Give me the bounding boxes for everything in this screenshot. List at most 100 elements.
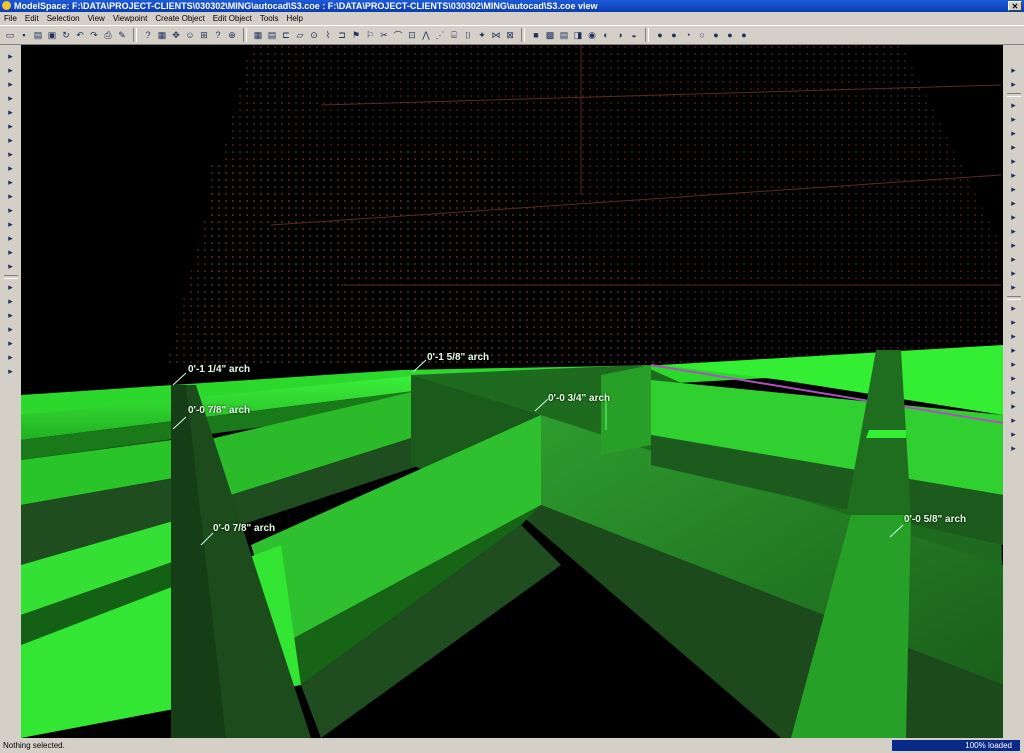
snap9-icon[interactable]: ▸ — [1008, 184, 1020, 195]
bend-icon[interactable]: ⌒ — [392, 29, 404, 41]
menu-help[interactable]: Help — [283, 14, 307, 23]
grid-icon[interactable]: ▦ — [252, 29, 264, 41]
snap11-icon[interactable]: ▸ — [1008, 212, 1020, 223]
open-icon[interactable]: ▤ — [32, 29, 44, 41]
view2-icon[interactable]: ▸ — [5, 338, 17, 349]
column-icon[interactable]: ▸ — [5, 135, 17, 146]
dimension-label[interactable]: 0'-0 7/8" arch — [213, 523, 275, 534]
snap4-icon[interactable]: ▸ — [1008, 114, 1020, 125]
snap19-icon[interactable]: ▸ — [1008, 331, 1020, 342]
select-icon[interactable]: ▦ — [156, 29, 168, 41]
dimension-label[interactable]: 0'-1 1/4" arch — [188, 364, 250, 375]
undo-icon[interactable]: ↶ — [74, 29, 86, 41]
grid2-icon[interactable]: ▸ — [5, 296, 17, 307]
stair-icon[interactable]: ⌸ — [448, 29, 460, 41]
user-icon[interactable]: ☺ — [184, 29, 196, 41]
close-button[interactable]: ✕ — [1008, 1, 1022, 11]
snap12-icon[interactable]: ▸ — [1008, 226, 1020, 237]
snap22-icon[interactable]: ▸ — [1008, 373, 1020, 384]
snap8-icon[interactable]: ▸ — [1008, 170, 1020, 181]
menu-viewpoint[interactable]: Viewpoint — [109, 14, 152, 23]
sphere-icon[interactable]: ▸ — [5, 261, 17, 272]
menu-selection[interactable]: Selection — [43, 14, 84, 23]
snap7-icon[interactable]: ▸ — [1008, 156, 1020, 167]
cut-icon[interactable]: ✂ — [378, 29, 390, 41]
bolt-tool-icon[interactable]: ▸ — [5, 191, 17, 202]
snap24-icon[interactable]: ▸ — [1008, 401, 1020, 412]
snap15-icon[interactable]: ▸ — [1008, 268, 1020, 279]
cam-icon[interactable]: ◉ — [586, 29, 598, 41]
print-setup-icon[interactable]: ▣ — [46, 29, 58, 41]
truss-icon[interactable]: ⋀ — [420, 29, 432, 41]
redo-icon[interactable]: ↷ — [88, 29, 100, 41]
pan2-icon[interactable]: ▸ — [5, 282, 17, 293]
pencil-icon[interactable]: ✎ — [116, 29, 128, 41]
joint-icon[interactable]: ✦ — [476, 29, 488, 41]
snap17-icon[interactable]: ▸ — [1008, 303, 1020, 314]
plate-tool-icon[interactable]: ▸ — [5, 177, 17, 188]
zoom-z-icon[interactable]: ▸ — [5, 107, 17, 118]
query-icon[interactable]: ? — [142, 29, 154, 41]
snap13-icon[interactable]: ▸ — [1008, 240, 1020, 251]
save-icon[interactable]: ▪ — [18, 29, 30, 41]
dot2-icon[interactable]: ● — [668, 29, 680, 41]
refresh-icon[interactable]: ↻ — [60, 29, 72, 41]
brace-tool-icon[interactable]: ▸ — [5, 163, 17, 174]
select-arrow-icon[interactable]: ▸ — [5, 51, 17, 62]
snap2-icon[interactable]: ▸ — [1008, 79, 1020, 90]
snap6-icon[interactable]: ▸ — [1008, 142, 1020, 153]
view-icon[interactable]: ◨ — [572, 29, 584, 41]
frame2-icon[interactable]: ▸ — [5, 310, 17, 321]
flag2-icon[interactable]: ⚐ — [364, 29, 376, 41]
dot1-icon[interactable]: ● — [654, 29, 666, 41]
weld-icon[interactable]: ⌇ — [322, 29, 334, 41]
box-icon[interactable]: ■ — [530, 29, 542, 41]
snap21-icon[interactable]: ▸ — [1008, 359, 1020, 370]
snap25-icon[interactable]: ▸ — [1008, 415, 1020, 426]
member-icon[interactable]: ▸ — [5, 121, 17, 132]
snap5-icon[interactable]: ▸ — [1008, 128, 1020, 139]
snap27-icon[interactable]: ▸ — [1008, 443, 1020, 454]
pan-icon[interactable]: ▸ — [5, 93, 17, 104]
solid-icon[interactable]: ▩ — [544, 29, 556, 41]
snap3-icon[interactable]: ▸ — [1008, 100, 1020, 111]
move-icon[interactable]: ✥ — [170, 29, 182, 41]
fit-icon[interactable]: ⊠ — [504, 29, 516, 41]
table-icon[interactable]: ▤ — [266, 29, 278, 41]
dim-icon[interactable]: ▸ — [5, 233, 17, 244]
weld-tool-icon[interactable]: ▸ — [5, 205, 17, 216]
zoom-icon[interactable]: ⊕ — [226, 29, 238, 41]
menu-create-object[interactable]: Create Object — [151, 14, 208, 23]
rail-icon[interactable]: ⌷ — [462, 29, 474, 41]
bolt-icon[interactable]: ⊙ — [308, 29, 320, 41]
cut-tool-icon[interactable]: ▸ — [5, 247, 17, 258]
snap10-icon[interactable]: ▸ — [1008, 198, 1020, 209]
text-icon[interactable]: ▸ — [5, 219, 17, 230]
menu-edit[interactable]: Edit — [21, 14, 43, 23]
dimension-label[interactable]: 0'-0 5/8" arch — [904, 514, 966, 525]
dimension-label[interactable]: 0'-0 7/8" arch — [188, 405, 250, 416]
frame-icon[interactable]: ⊡ — [406, 29, 418, 41]
dot3-icon[interactable]: ◔ — [682, 29, 694, 41]
snap23-icon[interactable]: ▸ — [1008, 387, 1020, 398]
snap14-icon[interactable]: ▸ — [1008, 254, 1020, 265]
menu-edit-object[interactable]: Edit Object — [209, 14, 256, 23]
wire-icon[interactable]: ▸ — [5, 352, 17, 363]
print-icon[interactable]: ⎙ — [102, 29, 114, 41]
dot6-icon[interactable]: ● — [724, 29, 736, 41]
rotate-icon[interactable]: ▸ — [5, 79, 17, 90]
snap1-icon[interactable]: ▸ — [1008, 65, 1020, 76]
shade2-icon[interactable]: ▸ — [5, 366, 17, 377]
snap20-icon[interactable]: ▸ — [1008, 345, 1020, 356]
dot7-icon[interactable]: ● — [738, 29, 750, 41]
menu-file[interactable]: File — [0, 14, 21, 23]
color-icon[interactable]: ◑ — [614, 29, 626, 41]
dot4-icon[interactable]: ○ — [696, 29, 708, 41]
beam-tool-icon[interactable]: ▸ — [5, 149, 17, 160]
snap18-icon[interactable]: ▸ — [1008, 317, 1020, 328]
menu-tools[interactable]: Tools — [256, 14, 283, 23]
connect-icon[interactable]: ⋈ — [490, 29, 502, 41]
plate-icon[interactable]: ▱ — [294, 29, 306, 41]
dimension-label[interactable]: 0'-1 5/8" arch — [427, 352, 489, 363]
dot5-icon[interactable]: ● — [710, 29, 722, 41]
